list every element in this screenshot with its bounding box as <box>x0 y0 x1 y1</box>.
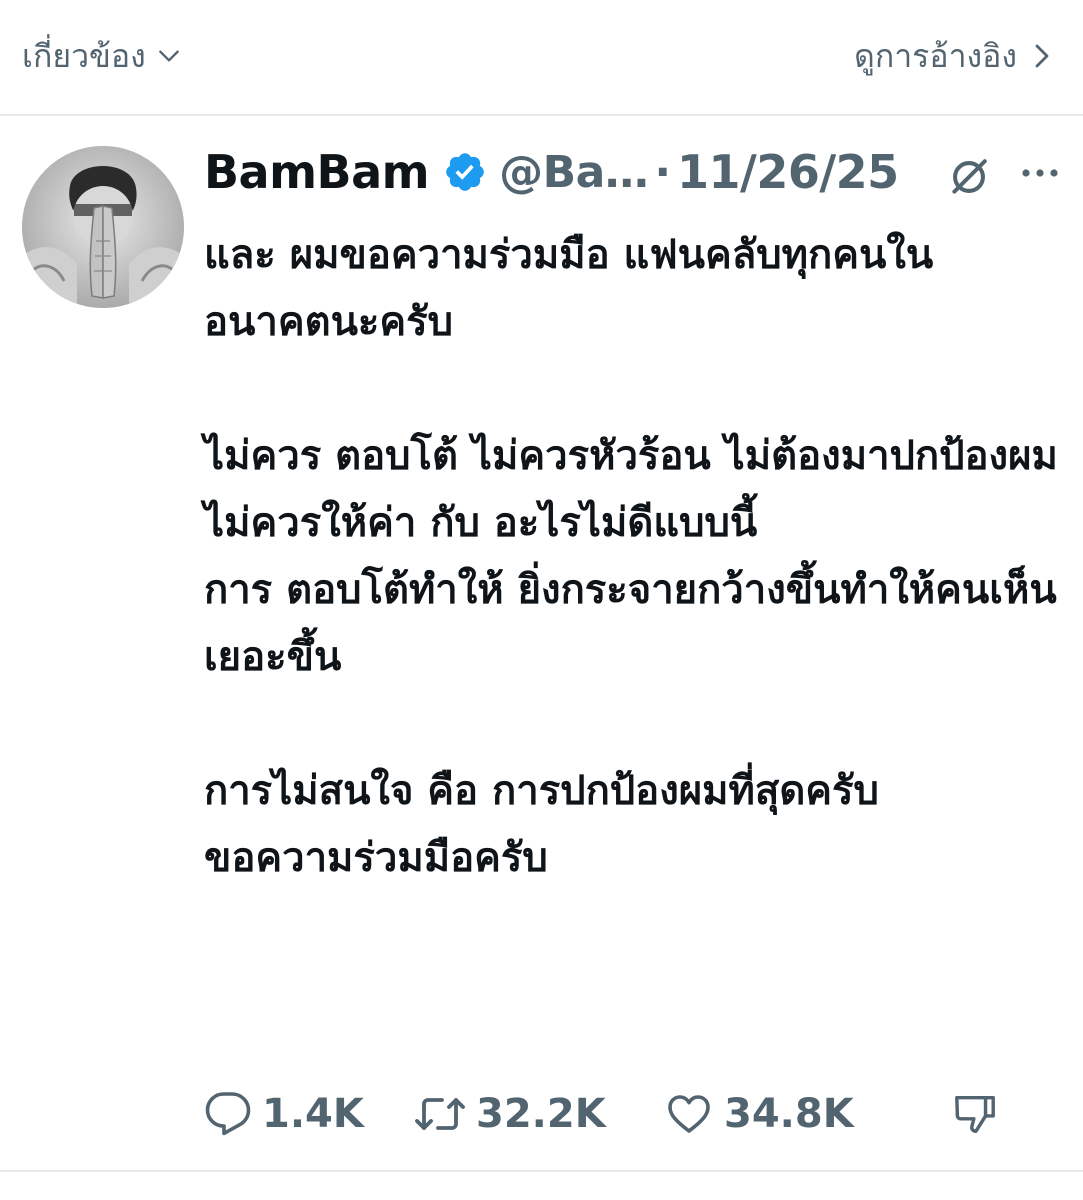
separator-dot: · <box>654 146 672 198</box>
avatar-image <box>22 146 184 308</box>
tweet-text: และ ผมขอความร่วมมือ แฟนคลับทุกคนใน อนาคต… <box>204 232 1058 881</box>
related-label: เกี่ยวข้อง <box>22 37 146 75</box>
tweet-date[interactable]: 11/26/25 <box>677 145 899 199</box>
view-quotes-link[interactable]: ดูการอ้างอิง <box>854 34 1053 78</box>
handle[interactable]: @Ba… <box>499 147 649 198</box>
heart-icon <box>668 1095 710 1133</box>
thread-topbar: เกี่ยวข้อง ดูการอ้างอิง <box>0 0 1083 116</box>
like-count: 34.8K <box>724 1091 854 1137</box>
grok-icon[interactable] <box>942 150 996 204</box>
more-icon[interactable] <box>1020 166 1060 180</box>
like-button[interactable]: 34.8K <box>664 1082 854 1146</box>
action-bar: 1.4K 32.2K 34.8K <box>204 1082 1064 1146</box>
reply-button[interactable]: 1.4K <box>204 1082 364 1146</box>
repost-button[interactable]: 32.2K <box>414 1082 606 1146</box>
divider <box>0 1170 1083 1172</box>
related-dropdown[interactable]: เกี่ยวข้อง <box>22 34 182 78</box>
reply-count: 1.4K <box>262 1091 364 1137</box>
chevron-right-icon <box>1035 44 1049 68</box>
verified-badge-icon[interactable] <box>443 150 487 194</box>
reply-icon <box>205 1092 251 1136</box>
dislike-button[interactable] <box>952 1082 998 1146</box>
display-name[interactable]: BamBam <box>204 145 430 199</box>
tweet-header: BamBam @Ba… · 11/26/25 <box>204 140 1064 204</box>
repost-count: 32.2K <box>476 1091 606 1137</box>
chevron-down-icon <box>158 50 179 62</box>
thumbs-down-icon <box>955 1095 995 1133</box>
avatar[interactable] <box>22 146 184 308</box>
view-quotes-label: ดูการอ้างอิง <box>854 37 1017 75</box>
repost-icon <box>415 1098 465 1130</box>
